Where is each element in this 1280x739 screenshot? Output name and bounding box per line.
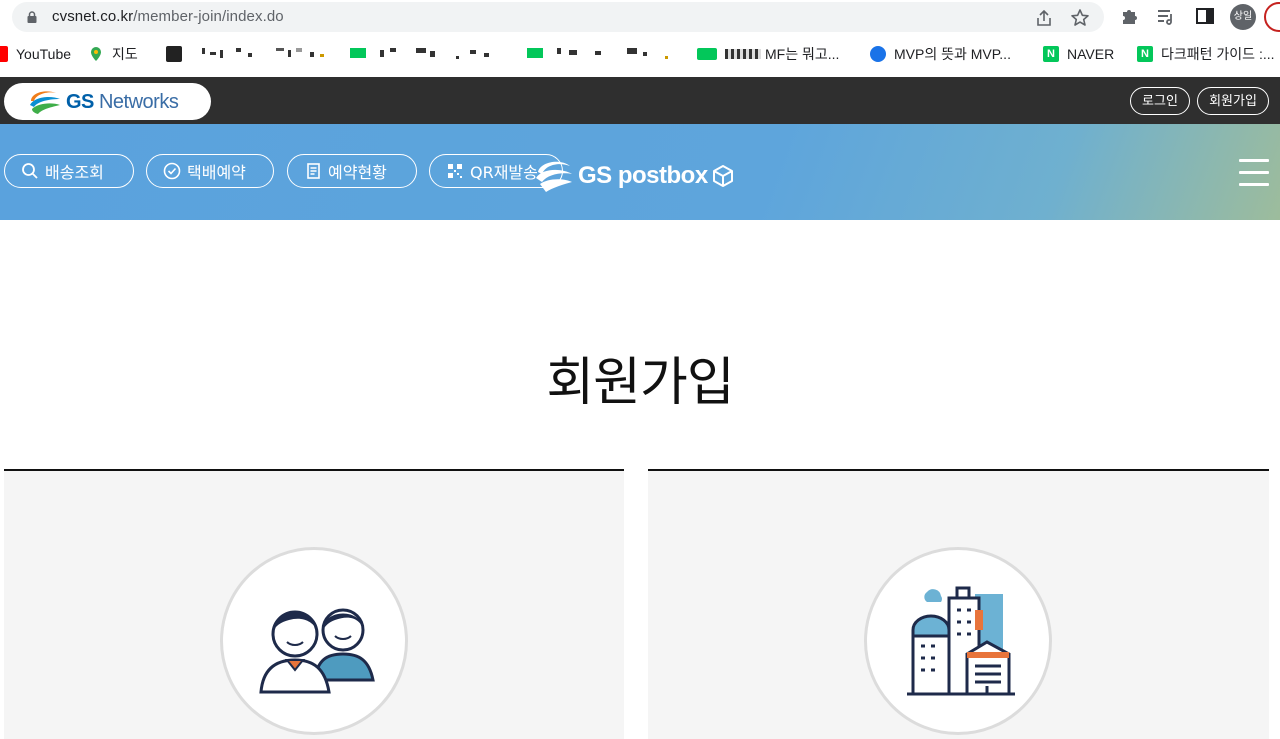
qr-code-icon — [448, 164, 462, 178]
business-illustration — [864, 547, 1052, 735]
share-icon[interactable] — [1034, 8, 1054, 28]
gs-networks-logo[interactable]: GS Networks — [4, 83, 211, 120]
site-header: GS Networks 로그인 회원가입 — [0, 77, 1280, 124]
url-text: cvsnet.co.kr/member-join/index.do — [52, 8, 284, 25]
service-nav: 배송조회 택배예약 예약현황 QR재발송 GS postbox — [0, 124, 1280, 220]
youtube-icon — [0, 46, 8, 62]
gs-postbox-logo[interactable]: GS postbox — [534, 158, 734, 194]
naver-blog-icon — [697, 48, 717, 60]
obscured-text — [725, 49, 761, 59]
naver-icon: N — [1043, 46, 1059, 62]
search-icon — [22, 163, 38, 179]
bookmark-youtube[interactable]: YouTube — [0, 45, 71, 63]
reading-list-icon[interactable] — [1156, 6, 1176, 26]
bookmark-mvp[interactable]: MVP의 뜻과 MVP... — [870, 45, 1011, 63]
w-site-icon — [870, 46, 886, 62]
bookmark-star-icon[interactable] — [1070, 8, 1090, 28]
obscured-bookmark-label[interactable] — [527, 48, 677, 60]
document-icon — [307, 163, 320, 179]
nav-tracking[interactable]: 배송조회 — [4, 154, 134, 188]
app-icon — [166, 46, 182, 62]
obscured-bookmark-label[interactable] — [350, 48, 510, 60]
extensions-icon[interactable] — [1120, 6, 1140, 26]
buildings-icon — [907, 586, 1015, 696]
side-panel-icon[interactable] — [1195, 6, 1215, 26]
join-button[interactable]: 회원가입 — [1197, 87, 1269, 115]
obscured-bookmark-label[interactable] — [276, 48, 336, 60]
bookmarks-bar: YouTube 지도 MF는 뭐고... MVP의 뜻과 MVP... N NAV… — [0, 36, 1280, 72]
gs-logo-mark-icon — [30, 91, 60, 114]
bookmark-maps[interactable]: 지도 — [88, 45, 138, 63]
box-icon — [712, 165, 733, 187]
update-indicator[interactable] — [1264, 2, 1280, 32]
gs-postbox-mark-icon — [536, 161, 572, 192]
nav-reservation[interactable]: 택배예약 — [146, 154, 274, 188]
obscured-bookmark-label[interactable] — [200, 48, 270, 60]
bookmark-mf[interactable]: MF는 뭐고... — [697, 45, 839, 63]
bookmark-naver[interactable]: N NAVER — [1043, 45, 1114, 63]
check-circle-icon — [163, 162, 181, 180]
individual-join-card[interactable] — [4, 469, 624, 739]
bookmark-dark-pattern[interactable]: N 다크패턴 가이드 :... — [1137, 45, 1275, 63]
bookmark-folder[interactable] — [166, 45, 190, 63]
logo-text: GS Networks — [66, 91, 179, 113]
lock-icon — [27, 11, 37, 23]
individual-illustration — [220, 547, 408, 735]
naver-icon: N — [1137, 46, 1153, 62]
maps-icon — [91, 47, 101, 61]
people-icon — [259, 608, 375, 694]
browser-toolbar: cvsnet.co.kr/member-join/index.do 상일 — [0, 0, 1280, 34]
menu-icon[interactable] — [1239, 159, 1269, 187]
business-join-card[interactable] — [648, 469, 1269, 739]
address-bar[interactable]: cvsnet.co.kr/member-join/index.do — [12, 2, 1104, 32]
page-title: 회원가입 — [546, 353, 734, 413]
profile-avatar[interactable]: 상일 — [1230, 4, 1256, 30]
login-button[interactable]: 로그인 — [1130, 87, 1190, 115]
nav-reservation-status[interactable]: 예약현황 — [287, 154, 417, 188]
